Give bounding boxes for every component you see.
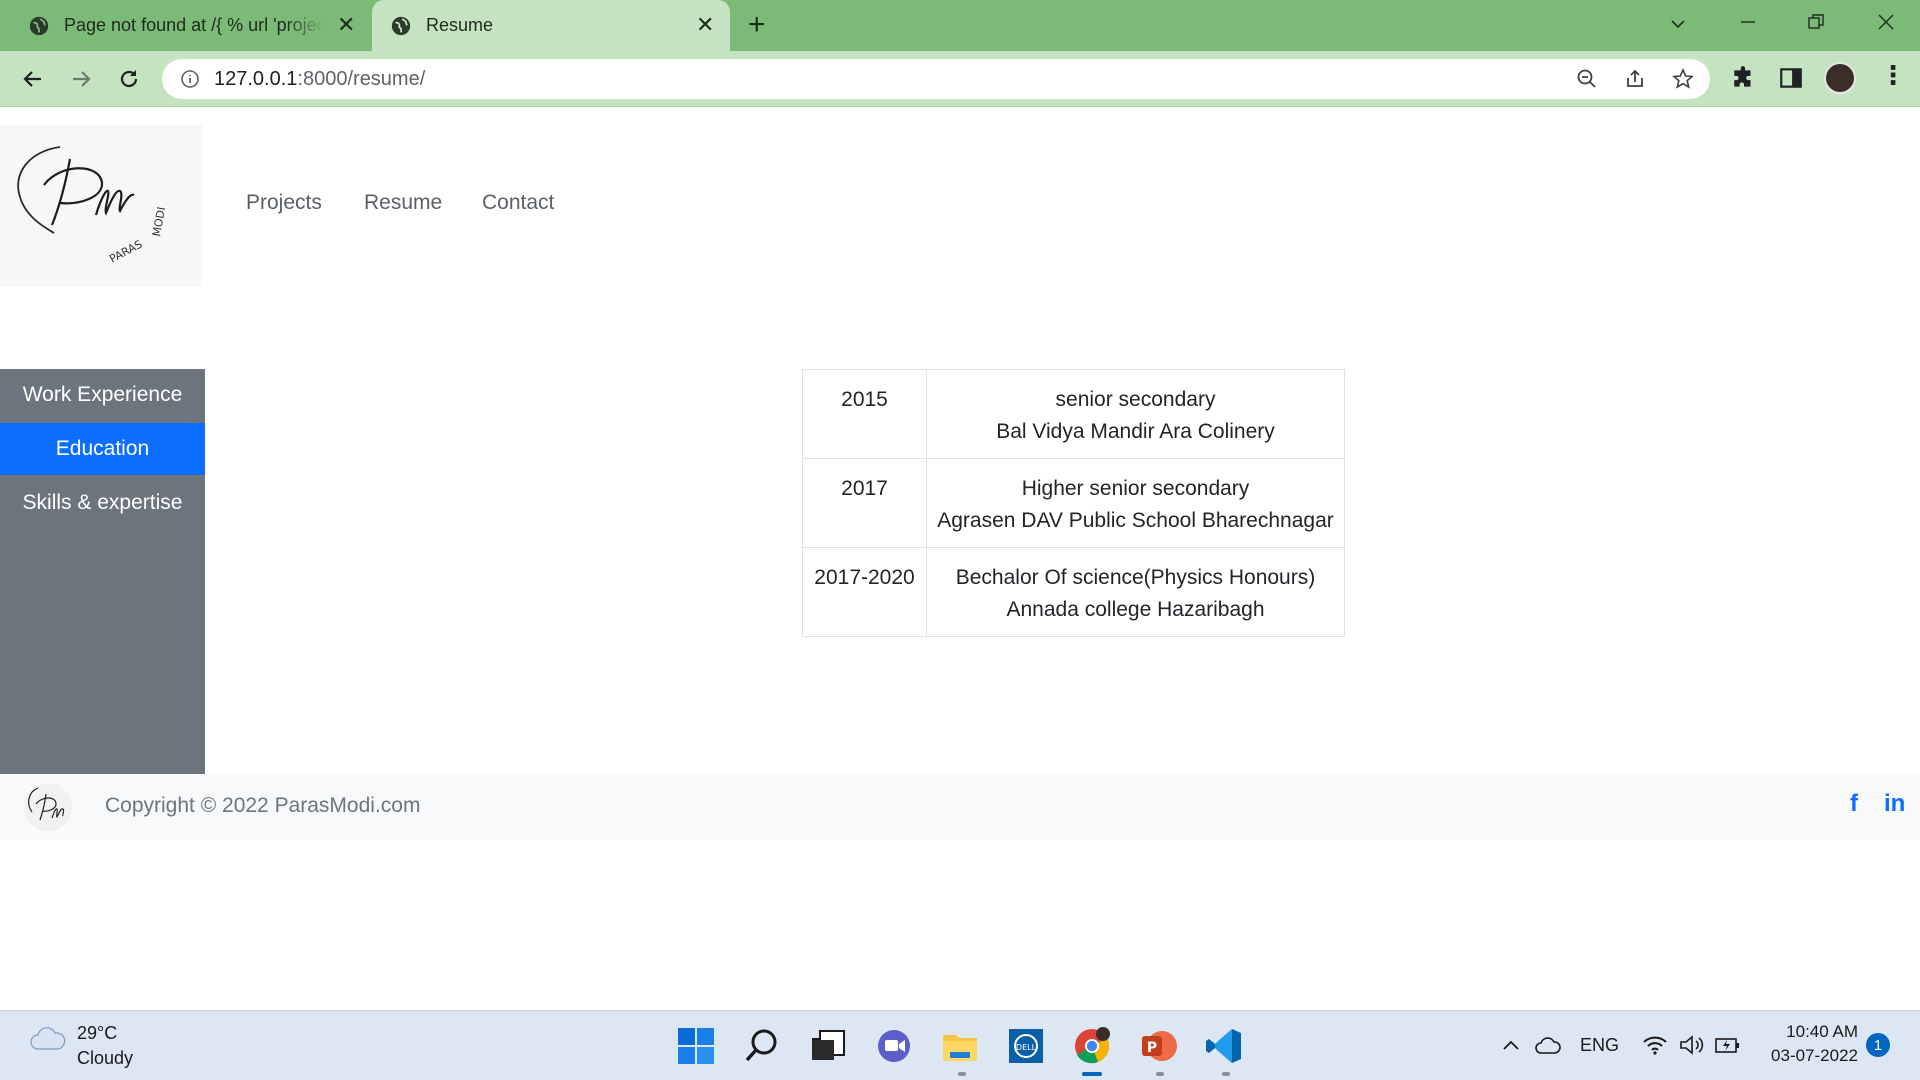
restore-icon[interactable]	[1806, 12, 1826, 32]
globe-icon	[29, 16, 49, 35]
temperature-text[interactable]: 29°C	[77, 1023, 117, 1044]
active-indicator	[1082, 1072, 1102, 1076]
clock-date[interactable]: 03-07-2022	[1748, 1046, 1858, 1066]
cloud-weather-icon[interactable]	[28, 1023, 68, 1053]
back-button[interactable]	[18, 64, 48, 94]
task-view-icon[interactable]	[808, 1026, 848, 1066]
share-icon[interactable]	[1624, 68, 1646, 90]
close-tab-icon[interactable]: ✕	[696, 12, 714, 38]
tab-title: Resume	[426, 15, 494, 35]
year-cell: 2015	[802, 369, 927, 459]
forward-button[interactable]	[66, 64, 96, 94]
search-icon[interactable]	[742, 1026, 782, 1066]
table-row: 2017 Higher senior secondary Agrasen DAV …	[802, 458, 1345, 548]
page-content: PARAS MODI Projects Resume Contact Work …	[0, 108, 1920, 1010]
detail-cell: Bechalor Of science(Physics Honours) Anna…	[926, 547, 1345, 637]
menu-kebab-icon[interactable]: ⋮	[1880, 60, 1906, 91]
education-table: 2015 senior secondary Bal Vidya Mandir Ar…	[802, 369, 1345, 637]
pm-signature-logo: PARAS MODI	[17, 146, 168, 266]
running-indicator	[1222, 1072, 1230, 1076]
copyright-text: Copyright © 2022 ParasModi.com	[105, 794, 421, 817]
file-explorer-icon[interactable]	[940, 1026, 980, 1066]
chevron-up-icon[interactable]	[1500, 1035, 1522, 1057]
school-text: Agrasen DAV Public School Bharechnagar	[937, 509, 1334, 532]
url-text[interactable]: 127.0.0.1:8000/resume/	[214, 68, 425, 91]
svg-text:DELL: DELL	[1016, 1043, 1037, 1052]
facebook-icon[interactable]: f	[1850, 790, 1858, 818]
info-icon[interactable]	[180, 69, 200, 89]
new-tab-button[interactable]: +	[748, 10, 766, 40]
sidebar-item-skills[interactable]: Skills & expertise	[0, 477, 205, 529]
running-indicator	[958, 1072, 966, 1076]
chrome-icon[interactable]	[1072, 1026, 1112, 1066]
school-text: Annada college Hazaribagh	[1006, 598, 1265, 621]
teams-chat-icon[interactable]	[874, 1026, 914, 1066]
extensions-puzzle-icon[interactable]	[1731, 65, 1757, 91]
svg-text:P: P	[1147, 1040, 1157, 1056]
side-panel-icon[interactable]	[1778, 65, 1804, 91]
windows-start-icon[interactable]	[676, 1026, 716, 1066]
degree-text: senior secondary	[1055, 388, 1216, 411]
running-indicator	[1156, 1072, 1164, 1076]
table-row: 2015 senior secondary Bal Vidya Mandir Ar…	[802, 369, 1345, 459]
tab-page-not-found[interactable]: Page not found at /{ % url 'projects' %}…	[28, 0, 368, 51]
profile-avatar[interactable]	[1824, 62, 1856, 94]
address-bar[interactable]: 127.0.0.1:8000/resume/	[162, 59, 1710, 99]
reload-button[interactable]	[114, 64, 144, 94]
bookmark-star-icon[interactable]	[1672, 68, 1694, 90]
footer-logo[interactable]	[20, 780, 76, 834]
logo-caption: PARAS	[107, 238, 144, 266]
clock-time[interactable]: 10:40 AM	[1748, 1022, 1858, 1042]
site-footer: Copyright © 2022 ParasModi.com f in	[0, 774, 1920, 840]
linkedin-icon[interactable]: in	[1884, 790, 1905, 818]
windows-taskbar: 29°C Cloudy DELL P ENG 10:40 AM 03-07-20…	[0, 1010, 1920, 1080]
nav-projects[interactable]: Projects	[246, 191, 322, 215]
close-tab-icon[interactable]: ✕	[337, 12, 355, 38]
onedrive-cloud-icon[interactable]	[1535, 1035, 1561, 1057]
globe-icon	[391, 16, 411, 35]
wifi-icon[interactable]	[1642, 1033, 1668, 1057]
degree-text: Bechalor Of science(Physics Honours)	[955, 566, 1316, 589]
year-cell: 2017	[802, 458, 927, 548]
detail-cell: Higher senior secondary Agrasen DAV Publi…	[926, 458, 1345, 548]
detail-cell: senior secondary Bal Vidya Mandir Ara Col…	[926, 369, 1345, 459]
table-row: 2017-2020 Bechalor Of science(Physics Ho…	[802, 547, 1345, 637]
arrow-left-icon	[23, 71, 41, 87]
zoom-out-icon[interactable]	[1576, 68, 1598, 90]
degree-text: Higher senior secondary	[1021, 477, 1250, 500]
sidebar-item-education[interactable]: Education	[0, 423, 205, 475]
notification-badge[interactable]: 1	[1866, 1033, 1890, 1057]
language-indicator[interactable]: ENG	[1580, 1035, 1619, 1056]
nav-contact[interactable]: Contact	[482, 191, 554, 215]
dell-app-icon[interactable]: DELL	[1006, 1026, 1046, 1066]
logo-caption: MODI	[150, 206, 168, 238]
school-text: Bal Vidya Mandir Ara Colinery	[996, 420, 1275, 443]
year-cell: 2017-2020	[802, 547, 927, 637]
arrow-right-icon	[73, 71, 91, 87]
tab-title: Page not found at /{ % url 'projects' %}	[64, 15, 324, 35]
volume-icon[interactable]	[1678, 1033, 1704, 1057]
site-logo[interactable]: PARAS MODI	[0, 125, 202, 287]
reload-icon	[120, 70, 138, 88]
browser-toolbar: 127.0.0.1:8000/resume/	[0, 51, 1920, 107]
tab-search-icon[interactable]	[1668, 14, 1688, 34]
resume-sidebar: Work Experience Education Skills & exper…	[0, 369, 205, 774]
browser-tabstrip: Page not found at /{ % url 'projects' %}…	[0, 0, 1920, 51]
weather-text[interactable]: Cloudy	[77, 1048, 133, 1069]
vscode-icon[interactable]	[1204, 1026, 1244, 1066]
sidebar-item-work-experience[interactable]: Work Experience	[0, 369, 205, 421]
close-window-icon[interactable]	[1876, 12, 1896, 32]
minimize-icon[interactable]	[1738, 12, 1758, 32]
nav-resume[interactable]: Resume	[364, 191, 442, 215]
tab-resume[interactable]: Resume ✕	[372, 0, 730, 51]
battery-charging-icon[interactable]	[1714, 1033, 1742, 1057]
powerpoint-icon[interactable]: P	[1138, 1026, 1178, 1066]
